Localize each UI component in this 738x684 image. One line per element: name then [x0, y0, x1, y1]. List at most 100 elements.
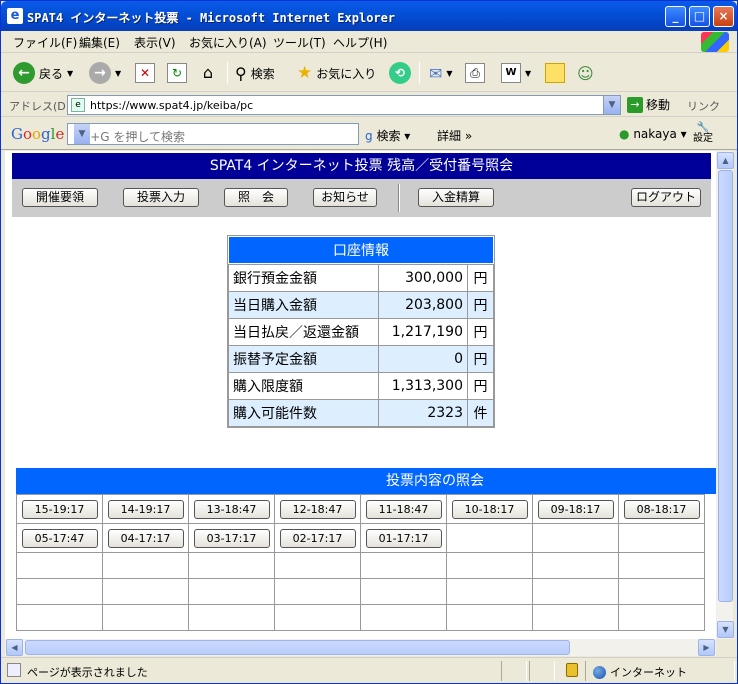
google-details-button[interactable]: 詳細 » — [437, 127, 472, 144]
wrench-icon: 🔧 — [696, 122, 710, 133]
account-info-panel: 口座情報 銀行預金金額 300,000 円 当日購入金額 203,800 円 当日払戻／… — [227, 235, 495, 428]
nav-vote-input-button[interactable]: 投票入力 — [123, 188, 199, 207]
google-search-input[interactable]: Alt+G を押して検索 ▼ — [67, 123, 359, 145]
scroll-right-icon[interactable]: ▶ — [698, 639, 715, 656]
address-dropdown-icon[interactable]: ▼ — [603, 96, 620, 114]
menu-favorites[interactable]: お気に入り(A) — [189, 34, 267, 51]
stop-button[interactable]: ✕ — [135, 60, 155, 86]
address-label: アドレス(D) — [9, 100, 71, 113]
back-arrow-icon: ← — [13, 62, 35, 84]
address-bar: アドレス(D) e https://www.spat4.jp/keiba/pc … — [1, 93, 737, 117]
nav-notice-button[interactable]: お知らせ — [313, 188, 377, 207]
page-content: SPAT4 インターネット投票 残高／受付番号照会 開催要領 投票入力 照 会 … — [5, 151, 716, 639]
mail-button[interactable]: ✉ ▼ — [429, 60, 453, 86]
nav-divider — [398, 184, 400, 212]
vote-inquiry-panel: 投票内容の照会 15-19:17 14-19:17 13-18:47 12-18… — [16, 468, 716, 631]
maximize-button[interactable]: □ — [689, 6, 710, 27]
print-icon: ⎙ — [465, 63, 485, 83]
note-icon — [545, 63, 565, 83]
vote-receipt-button[interactable]: 03-17:17 — [193, 528, 270, 548]
menu-edit[interactable]: 編集(E) — [79, 34, 120, 51]
vote-receipt-button[interactable]: 15-19:17 — [21, 499, 98, 519]
vote-receipt-button[interactable]: 12-18:47 — [279, 499, 356, 519]
table-row: 05-17:47 04-17:17 03-17:17 02-17:17 01-1… — [16, 523, 705, 553]
title-bar: e SPAT4 インターネット投票 - Microsoft Internet E… — [1, 1, 737, 31]
refresh-icon: ↻ — [167, 63, 187, 83]
vote-receipt-button[interactable]: 11-18:47 — [365, 499, 442, 519]
table-row: 振替予定金額 0 円 — [228, 345, 494, 373]
address-input[interactable]: e https://www.spat4.jp/keiba/pc ▼ — [67, 95, 621, 115]
scroll-up-icon[interactable]: ▲ — [717, 152, 734, 169]
browser-window: e SPAT4 インターネット投票 - Microsoft Internet E… — [0, 0, 738, 684]
lock-icon — [566, 663, 578, 677]
google-user-button[interactable]: ● nakaya ▾ — [619, 127, 687, 141]
go-arrow-icon: → — [627, 96, 643, 113]
edit-button[interactable]: W ▼ — [501, 60, 531, 86]
vote-receipt-button[interactable]: 14-19:17 — [107, 499, 184, 519]
scroll-left-icon[interactable]: ◀ — [6, 639, 23, 656]
status-bar: ページが表示されました インターネット — [1, 657, 737, 683]
address-url: https://www.spat4.jp/keiba/pc — [90, 99, 254, 112]
links-button[interactable]: リンク — [687, 98, 720, 114]
vote-receipt-button[interactable]: 09-18:17 — [537, 499, 614, 519]
google-search-button[interactable]: g 検索 ▾ — [365, 127, 410, 144]
nav-schedule-button[interactable]: 開催要領 — [22, 188, 98, 207]
table-row: 購入可能件数 2323 件 — [228, 399, 494, 427]
google-logo: Google — [11, 125, 65, 143]
menu-view[interactable]: 表示(V) — [134, 34, 176, 51]
table-row — [16, 552, 705, 579]
refresh-button[interactable]: ↻ — [167, 60, 187, 86]
favorites-button[interactable]: ★ お気に入り — [297, 60, 376, 86]
vertical-scroll-thumb[interactable] — [718, 170, 733, 602]
logout-button[interactable]: ログアウト — [631, 188, 701, 207]
account-info-title: 口座情報 — [228, 236, 494, 264]
table-row — [16, 604, 705, 631]
home-button[interactable]: ⌂ — [198, 60, 218, 86]
menu-tools[interactable]: ツール(T) — [273, 34, 326, 51]
forward-arrow-icon: → — [89, 62, 111, 84]
vote-receipt-button[interactable]: 02-17:17 — [279, 528, 356, 548]
security-zone: インターネット — [593, 664, 687, 680]
home-icon: ⌂ — [202, 63, 214, 82]
search-button[interactable]: ⚲ 検索 — [235, 60, 275, 86]
vertical-scrollbar[interactable]: ▲ ▼ — [716, 151, 734, 639]
back-button[interactable]: ← 戻る ▼ — [13, 60, 73, 86]
status-text: ページが表示されました — [27, 666, 148, 679]
mail-icon: ✉ — [429, 63, 443, 83]
horizontal-scroll-thumb[interactable] — [25, 640, 570, 655]
page-status-icon — [7, 663, 21, 677]
google-toolbar: Google Alt+G を押して検索 ▼ g 検索 ▾ 詳細 » ● naka… — [1, 118, 737, 150]
google-dropdown-icon[interactable]: ▼ — [74, 124, 90, 144]
scroll-down-icon[interactable]: ▼ — [717, 621, 734, 638]
nav-inquiry-button[interactable]: 照 会 — [224, 188, 288, 207]
windows-logo-icon — [701, 32, 729, 52]
messenger-button[interactable]: ☺ — [577, 60, 594, 86]
discuss-button[interactable] — [545, 60, 565, 86]
history-button[interactable]: ⟲ — [389, 60, 411, 86]
vote-inquiry-table: 15-19:17 14-19:17 13-18:47 12-18:47 11-1… — [16, 494, 705, 631]
table-row: 銀行預金金額 300,000 円 — [228, 264, 494, 292]
page-title: SPAT4 インターネット投票 残高／受付番号照会 — [12, 153, 711, 179]
menu-help[interactable]: ヘルプ(H) — [333, 34, 387, 51]
google-settings-button[interactable]: 🔧 設定 — [693, 122, 713, 144]
nav-deposit-button[interactable]: 入金精算 — [418, 188, 494, 207]
print-button[interactable]: ⎙ — [465, 60, 485, 86]
scroll-corner — [716, 639, 733, 656]
close-button[interactable]: × — [713, 6, 734, 27]
search-icon: ⚲ — [235, 63, 247, 83]
menu-bar: ファイル(F) 編集(E) 表示(V) お気に入り(A) ツール(T) ヘルプ(… — [1, 31, 737, 53]
forward-button[interactable]: → ▼ — [89, 60, 121, 86]
vote-receipt-button[interactable]: 13-18:47 — [193, 499, 270, 519]
go-button[interactable]: → 移動 — [627, 96, 670, 113]
table-row: 当日払戻／返還金額 1,217,190 円 — [228, 318, 494, 346]
vote-inquiry-title: 投票内容の照会 — [16, 468, 716, 494]
vote-receipt-button[interactable]: 01-17:17 — [365, 528, 442, 548]
vote-receipt-button[interactable]: 10-18:17 — [451, 499, 528, 519]
minimize-button[interactable]: _ — [665, 6, 686, 27]
google-g-icon: g — [365, 129, 373, 143]
vote-receipt-button[interactable]: 05-17:47 — [21, 528, 98, 548]
horizontal-scrollbar[interactable]: ◀ ▶ — [5, 639, 716, 656]
menu-file[interactable]: ファイル(F) — [13, 34, 77, 51]
vote-receipt-button[interactable]: 04-17:17 — [107, 528, 184, 548]
vote-receipt-button[interactable]: 08-18:17 — [623, 499, 700, 519]
